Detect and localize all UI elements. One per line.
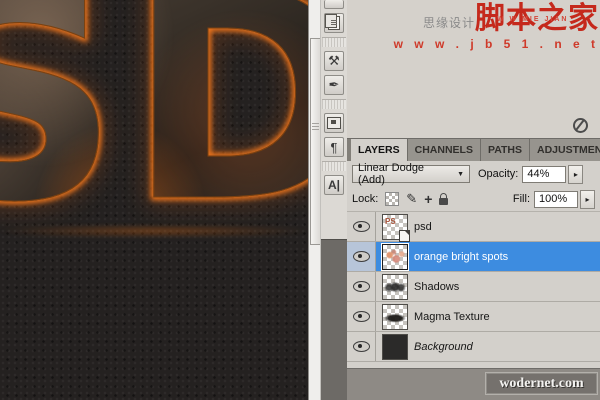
duplicate-pages-icon[interactable] <box>324 13 344 33</box>
panel-tab-bar: LAYERS CHANNELS PATHS ADJUSTMENT MA <box>347 139 600 161</box>
site-watermark: 思缘设计 脚本之家 W W MIE JIAN w w w . j b 5 1 .… <box>394 4 599 51</box>
layer-thumbnail[interactable] <box>382 274 408 300</box>
panel-dock: ⚒ ✒ ¶ A| <box>320 0 347 400</box>
workspace-background-bottom: wodernet.com <box>347 369 600 400</box>
dock-separator <box>322 37 346 47</box>
watermark-brand-text: 脚本之家 W W MIE JIAN <box>475 4 599 34</box>
layer-row-background[interactable]: Background <box>347 332 600 362</box>
blend-mode-value: Linear Dodge (Add) <box>358 162 453 186</box>
lock-image-pixels-icon[interactable]: ✎ <box>406 191 417 207</box>
eye-icon <box>353 251 370 262</box>
character-panel-icon[interactable]: A| <box>324 175 344 195</box>
layer-thumbnail[interactable]: PS <box>382 214 408 240</box>
opacity-input[interactable]: 44% <box>522 166 566 183</box>
visibility-toggle[interactable] <box>347 242 376 271</box>
photoshop-window: SD SD ⚒ ✒ ¶ A| 思缘设计 <box>0 0 600 400</box>
layer-name[interactable]: orange bright spots <box>414 251 508 263</box>
dock-separator <box>322 161 346 171</box>
eye-icon <box>353 221 370 232</box>
layer-name[interactable]: psd <box>414 221 432 233</box>
document-canvas[interactable]: SD SD <box>0 0 308 400</box>
eye-icon <box>353 281 370 292</box>
tab-paths[interactable]: PATHS <box>481 139 530 161</box>
tools-icon[interactable]: ⚒ <box>324 51 344 71</box>
layer-name[interactable]: Background <box>414 341 473 353</box>
tab-channels[interactable]: CHANNELS <box>408 139 481 161</box>
lock-transparent-pixels-icon[interactable] <box>385 192 399 206</box>
layer-thumbnail[interactable] <box>382 334 408 360</box>
layer-row-psd[interactable]: PS psd <box>347 212 600 242</box>
watermark-overlay-text: W W MIE JIAN <box>497 16 568 23</box>
watermark-url: w w w . j b 5 1 . n e t <box>394 37 599 51</box>
visibility-toggle[interactable] <box>347 302 376 331</box>
right-column: 思缘设计 脚本之家 W W MIE JIAN w w w . j b 5 1 .… <box>347 0 600 400</box>
panel-dock-buttons: ⚒ ✒ ¶ A| <box>321 0 347 240</box>
lava-text-rock: SD <box>0 0 308 242</box>
layer-thumbnail[interactable] <box>382 244 408 270</box>
layer-thumbnail[interactable] <box>382 304 408 330</box>
watermark-gray-text: 思缘设计 <box>423 14 475 31</box>
eye-icon <box>353 311 370 322</box>
fill-input[interactable]: 100% <box>534 191 578 208</box>
layer-row-orange-bright-spots[interactable]: orange bright spots <box>347 242 600 272</box>
workspace-background: 思缘设计 脚本之家 W W MIE JIAN w w w . j b 5 1 .… <box>347 0 600 138</box>
clipped-panel-icon[interactable] <box>324 0 344 9</box>
visibility-toggle[interactable] <box>347 272 376 301</box>
paragraph-panel-icon[interactable]: ¶ <box>324 137 344 157</box>
clone-rect-icon <box>327 117 341 129</box>
brush-presets-icon[interactable]: ✒ <box>324 75 344 95</box>
lock-all-icon[interactable] <box>439 193 448 205</box>
opacity-slider-button[interactable]: ▸ <box>568 165 583 184</box>
visibility-toggle[interactable] <box>347 212 376 241</box>
layer-name[interactable]: Magma Texture <box>414 311 490 323</box>
layers-list: PS psd orange bright spots Shadows <box>347 211 600 362</box>
blend-mode-select[interactable]: Linear Dodge (Add) ▼ <box>352 165 470 183</box>
lock-position-icon[interactable]: + <box>424 194 432 204</box>
slash-circle-icon <box>573 118 588 133</box>
dock-separator <box>322 99 346 109</box>
wodernet-watermark: wodernet.com <box>485 372 598 395</box>
lock-label: Lock: <box>352 193 378 205</box>
layer-row-shadows[interactable]: Shadows <box>347 272 600 302</box>
blend-mode-row: Linear Dodge (Add) ▼ Opacity: 44% ▸ <box>347 161 600 187</box>
layer-row-magma-texture[interactable]: Magma Texture <box>347 302 600 332</box>
pages-icon <box>328 16 340 30</box>
chevron-down-icon: ▼ <box>457 171 464 178</box>
visibility-toggle[interactable] <box>347 332 376 361</box>
layer-name[interactable]: Shadows <box>414 281 459 293</box>
tab-adjustment[interactable]: ADJUSTMENT <box>530 139 600 161</box>
clone-source-icon[interactable] <box>324 113 344 133</box>
smart-object-badge-icon <box>399 230 410 242</box>
lava-underglow <box>0 226 308 236</box>
canvas-vertical-scrollbar[interactable] <box>308 0 320 400</box>
eye-icon <box>353 341 370 352</box>
fill-label: Fill: <box>513 193 530 205</box>
layers-panel: LAYERS CHANNELS PATHS ADJUSTMENT MA Line… <box>347 138 600 369</box>
fill-slider-button[interactable]: ▸ <box>580 190 595 209</box>
lock-row: Lock: ✎ + Fill: 100% ▸ <box>347 187 600 211</box>
opacity-label: Opacity: <box>478 168 518 180</box>
tab-layers[interactable]: LAYERS <box>351 139 408 161</box>
